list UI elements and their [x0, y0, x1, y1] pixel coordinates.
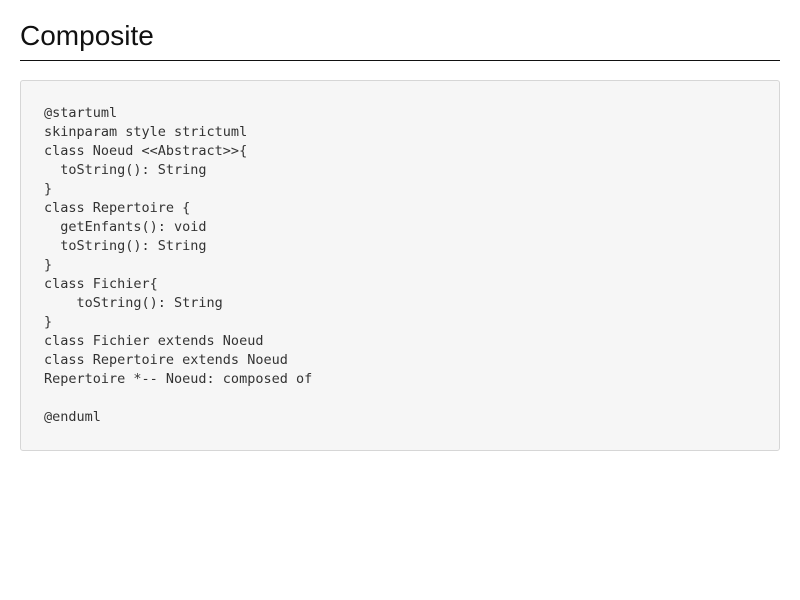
code-line: Repertoire *-- Noeud: composed of: [44, 371, 313, 387]
code-line: class Repertoire {: [44, 200, 191, 216]
code-line: class Repertoire extends Noeud: [44, 352, 288, 368]
code-line: class Fichier{: [44, 276, 158, 292]
code-line: class Noeud <<Abstract>>{: [44, 143, 248, 159]
code-line: @startuml: [44, 105, 118, 121]
code-line: @enduml: [44, 409, 101, 425]
code-line: }: [44, 181, 53, 197]
page-title: Composite: [20, 0, 780, 61]
code-line: toString(): String: [44, 295, 223, 311]
code-text: @startuml skinparam style strictuml class …: [44, 104, 756, 427]
code-line: skinparam style strictuml: [44, 124, 248, 140]
code-line: getEnfants(): void: [44, 219, 207, 235]
code-block: @startuml skinparam style strictuml class …: [20, 80, 780, 451]
page: Composite @startuml skinparam style stric…: [0, 0, 800, 600]
code-line: }: [44, 257, 53, 273]
code-line: class Fichier extends Noeud: [44, 333, 264, 349]
code-line: toString(): String: [44, 238, 207, 254]
code-line: toString(): String: [44, 162, 207, 178]
code-line: }: [44, 314, 53, 330]
